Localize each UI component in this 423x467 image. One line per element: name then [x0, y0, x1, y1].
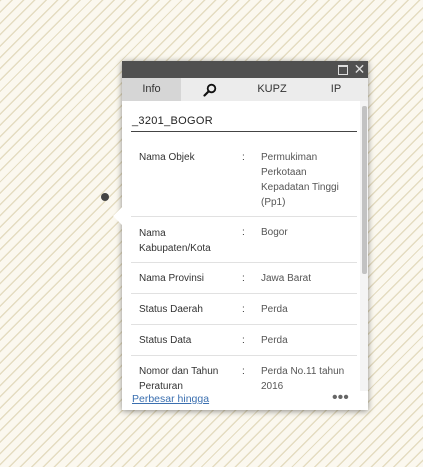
- attribute-label: Nama Provinsi: [139, 273, 205, 284]
- popup-content: _3201_BOGOR Nama Objek : Permukiman Perk…: [122, 101, 360, 391]
- attribute-label: Status Data: [139, 335, 192, 346]
- attribute-label: Nama Kabupaten/Kota: [139, 228, 211, 254]
- attribute-colon: :: [242, 335, 245, 346]
- maximize-icon[interactable]: [336, 63, 349, 76]
- attribute-colon: :: [242, 227, 245, 238]
- tab-search[interactable]: [181, 78, 240, 101]
- tab-kupz[interactable]: KUPZ: [240, 78, 304, 101]
- attribute-row-nama-kabupaten: Nama Kabupaten/Kota : Bogor: [131, 217, 357, 263]
- popup-footer: Perbesar hingga •••: [122, 390, 368, 410]
- feature-title: _3201_BOGOR: [132, 115, 213, 127]
- close-icon[interactable]: ✕: [353, 62, 366, 76]
- attribute-row-nama-objek: Nama Objek : Permukiman Perkotaan Kepada…: [131, 142, 357, 217]
- search-icon: [203, 83, 217, 97]
- attribute-colon: :: [242, 304, 245, 315]
- attribute-value: Permukiman Perkotaan Kepadatan Tinggi (P…: [261, 152, 339, 208]
- attribute-colon: :: [242, 273, 245, 284]
- attribute-row-nomor-tahun-peraturan: Nomor dan Tahun Peraturan : Perda No.11 …: [131, 356, 357, 391]
- attribute-colon: :: [242, 366, 245, 377]
- map-marker-dot[interactable]: [101, 193, 109, 201]
- attribute-row-nama-provinsi: Nama Provinsi : Jawa Barat: [131, 263, 357, 294]
- attribute-value: Perda: [261, 335, 288, 346]
- popup-tabs: Info KUPZ IP: [122, 78, 368, 101]
- scrollbar-thumb[interactable]: [362, 106, 367, 274]
- more-options-icon[interactable]: •••: [332, 390, 354, 407]
- attribute-row-status-data: Status Data : Perda: [131, 325, 357, 356]
- attribute-row-status-daerah: Status Daerah : Perda: [131, 294, 357, 325]
- tab-ip[interactable]: IP: [304, 78, 368, 101]
- title-divider: [131, 131, 357, 132]
- popup-titlebar: ✕: [122, 61, 368, 78]
- attribute-value: Jawa Barat: [261, 273, 312, 284]
- zoom-to-link[interactable]: Perbesar hingga: [132, 393, 209, 405]
- attribute-label: Nomor dan Tahun Peraturan: [139, 366, 219, 391]
- attribute-label: Nama Objek: [139, 152, 195, 163]
- identify-popup: ✕ Info KUPZ IP _3201_BOGOR Nama Objek : …: [113, 61, 368, 410]
- attribute-value: Perda: [261, 304, 288, 315]
- attribute-value: Perda No.11 tahun 2016: [261, 366, 345, 391]
- attribute-colon: :: [242, 152, 245, 163]
- attribute-label: Status Daerah: [139, 304, 203, 315]
- tab-info[interactable]: Info: [122, 78, 181, 101]
- attribute-value: Bogor: [261, 227, 288, 238]
